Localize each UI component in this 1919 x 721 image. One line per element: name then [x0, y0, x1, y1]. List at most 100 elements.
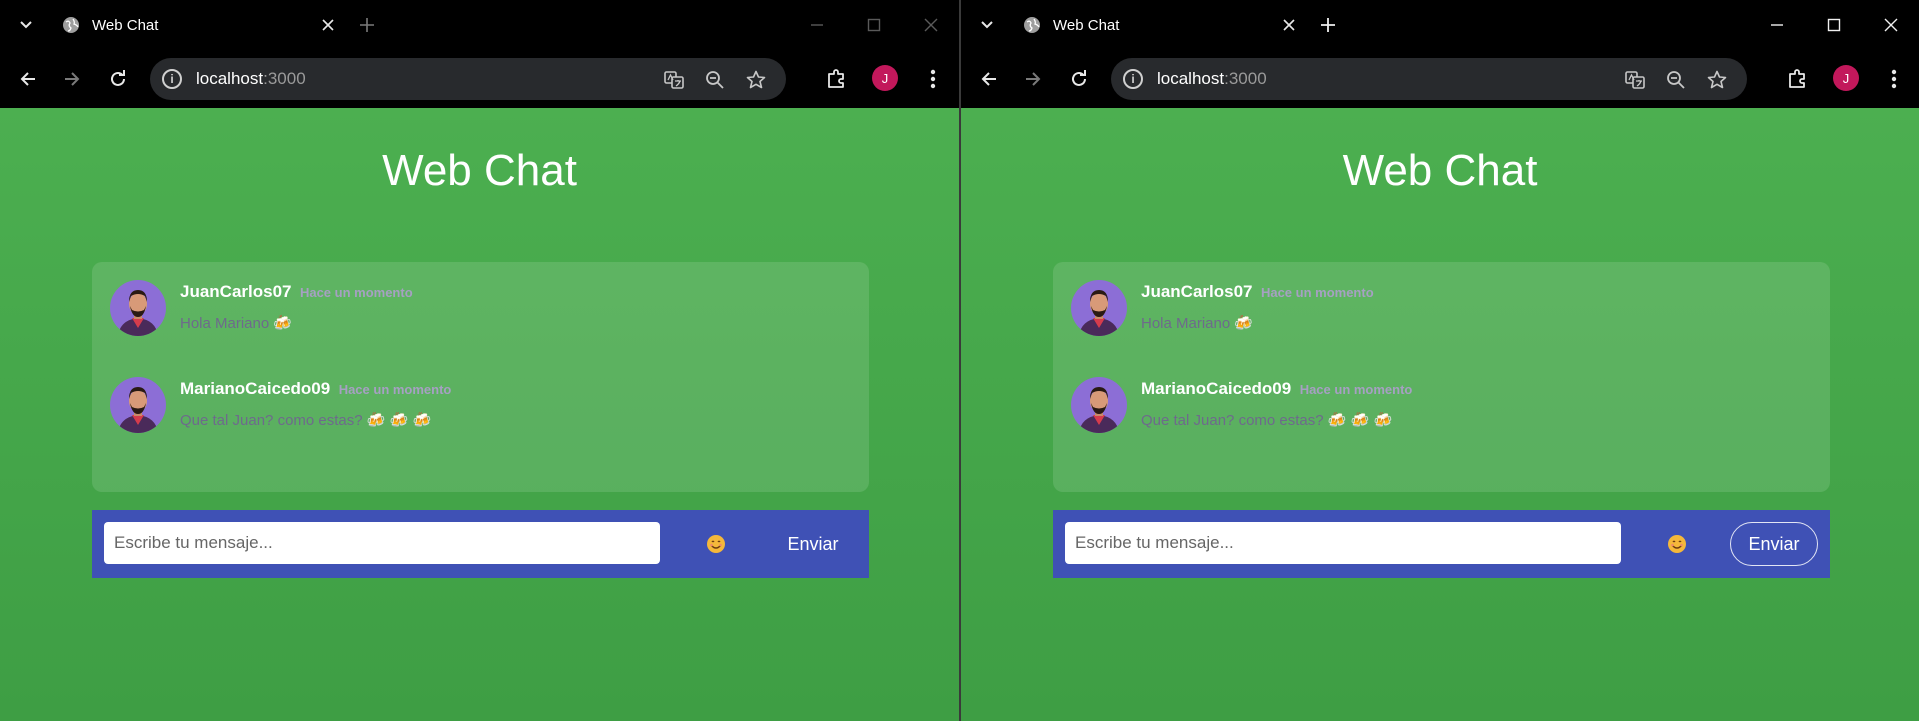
translate-icon[interactable]: [662, 68, 686, 92]
avatar-icon: [1071, 377, 1127, 433]
maximize-icon: [867, 18, 881, 32]
page-viewport: Web Chat JuanCarlos07 Hace un momento Ho…: [0, 108, 959, 721]
tab-strip: Web Chat: [0, 0, 959, 50]
send-button[interactable]: Enviar: [1730, 522, 1818, 566]
page-viewport: Web Chat JuanCarlos07 Hace un momento Ho…: [961, 108, 1919, 721]
message-composer: Enviar: [1053, 510, 1830, 578]
window-close-button[interactable]: [911, 10, 951, 40]
new-tab-button[interactable]: [1315, 12, 1341, 38]
message-header: MarianoCaicedo09 Hace un momento: [180, 379, 451, 399]
close-icon: [322, 19, 334, 31]
back-arrow-icon: [981, 72, 996, 86]
username: JuanCarlos07: [1141, 282, 1253, 301]
address-bar[interactable]: i localhost:3000: [150, 58, 786, 100]
globe-icon: [62, 16, 80, 34]
tab-title: Web Chat: [92, 16, 159, 34]
forward-button[interactable]: [1018, 64, 1048, 94]
chat-message: MarianoCaicedo09 Hace un momento Que tal…: [110, 377, 851, 447]
plus-icon: [1321, 18, 1335, 32]
extensions-icon[interactable]: [821, 62, 853, 94]
message-header: MarianoCaicedo09 Hace un momento: [1141, 379, 1412, 399]
window-close-button[interactable]: [1871, 10, 1911, 40]
avatar-icon: [110, 377, 166, 433]
url-text: localhost:3000: [196, 69, 306, 88]
username: MarianoCaicedo09: [1141, 379, 1292, 398]
browser-toolbar: i localhost:3000 J: [961, 50, 1919, 108]
smile-emoji-icon[interactable]: [702, 530, 730, 558]
plus-icon: [360, 18, 374, 32]
message-header: JuanCarlos07 Hace un momento: [180, 282, 413, 302]
window-close-icon: [924, 18, 938, 32]
new-tab-button[interactable]: [354, 12, 380, 38]
minimize-button[interactable]: [797, 10, 837, 40]
message-text: Hola Mariano 🍻: [180, 315, 293, 332]
minimize-icon: [811, 24, 823, 26]
forward-button[interactable]: [57, 64, 87, 94]
forward-arrow-icon: [65, 72, 80, 86]
reload-icon: [111, 70, 125, 86]
back-button[interactable]: [13, 64, 43, 94]
message-input[interactable]: [104, 522, 660, 564]
maximize-button[interactable]: [1814, 10, 1854, 40]
chevron-down-icon: [20, 21, 32, 29]
address-bar[interactable]: i localhost:3000: [1111, 58, 1747, 100]
site-info-icon[interactable]: i: [1123, 69, 1143, 89]
timestamp: Hace un momento: [338, 382, 452, 397]
kebab-menu-icon[interactable]: [1883, 64, 1905, 94]
tab-web-chat[interactable]: Web Chat: [52, 8, 344, 42]
tab-list-button[interactable]: [12, 12, 40, 38]
translate-icon[interactable]: [1623, 68, 1647, 92]
browser-window-right: Web Chat i localhost:3000 J Web Chat Jua…: [961, 0, 1919, 721]
message-text: Hola Mariano 🍻: [1141, 315, 1254, 332]
chat-message: JuanCarlos07 Hace un momento Hola Marian…: [110, 280, 851, 350]
message-input[interactable]: [1065, 522, 1621, 564]
back-button[interactable]: [974, 64, 1004, 94]
forward-arrow-icon: [1026, 72, 1041, 86]
tab-web-chat[interactable]: Web Chat: [1013, 8, 1305, 42]
message-text: Que tal Juan? como estas? 🍻 🍻 🍻: [1141, 412, 1393, 429]
extensions-icon[interactable]: [1782, 62, 1814, 94]
star-icon[interactable]: [1705, 68, 1729, 92]
page-title: Web Chat: [382, 146, 577, 195]
message-text: Que tal Juan? como estas? 🍻 🍻 🍻: [180, 412, 432, 429]
reload-button[interactable]: [1064, 64, 1094, 94]
tab-strip: Web Chat: [961, 0, 1919, 50]
zoom-icon[interactable]: [1664, 68, 1688, 92]
minimize-icon: [1771, 24, 1783, 26]
page-title: Web Chat: [1342, 146, 1538, 195]
browser-window-left: Web Chat i localhost:3000 J Web Chat Jua…: [0, 0, 959, 721]
chat-messages-panel: JuanCarlos07 Hace un momento Hola Marian…: [1053, 262, 1830, 492]
message-header: JuanCarlos07 Hace un momento: [1141, 282, 1374, 302]
tab-title: Web Chat: [1053, 16, 1120, 34]
tab-list-button[interactable]: [973, 12, 1001, 38]
profile-avatar[interactable]: J: [872, 65, 898, 91]
chat-message: JuanCarlos07 Hace un momento Hola Marian…: [1071, 280, 1812, 350]
maximize-icon: [1827, 18, 1841, 32]
tab-close-button[interactable]: [1277, 13, 1301, 37]
timestamp: Hace un momento: [1299, 382, 1413, 397]
back-arrow-icon: [20, 72, 35, 86]
tab-close-button[interactable]: [316, 13, 340, 37]
globe-icon: [1023, 16, 1041, 34]
timestamp: Hace un momento: [299, 285, 413, 300]
kebab-menu-icon[interactable]: [922, 64, 944, 94]
maximize-button[interactable]: [854, 10, 894, 40]
avatar-icon: [1071, 280, 1127, 336]
username: MarianoCaicedo09: [180, 379, 331, 398]
send-button[interactable]: Enviar: [769, 522, 857, 566]
chevron-down-icon: [981, 21, 993, 29]
reload-button[interactable]: [103, 64, 133, 94]
timestamp: Hace un momento: [1260, 285, 1374, 300]
star-icon[interactable]: [744, 68, 768, 92]
smile-emoji-icon[interactable]: [1663, 530, 1691, 558]
profile-avatar[interactable]: J: [1833, 65, 1859, 91]
zoom-icon[interactable]: [703, 68, 727, 92]
close-icon: [1283, 19, 1295, 31]
site-info-icon[interactable]: i: [162, 69, 182, 89]
window-close-icon: [1884, 18, 1898, 32]
reload-icon: [1072, 70, 1086, 86]
message-composer: Enviar: [92, 510, 869, 578]
avatar-icon: [110, 280, 166, 336]
minimize-button[interactable]: [1757, 10, 1797, 40]
url-text: localhost:3000: [1157, 69, 1267, 88]
